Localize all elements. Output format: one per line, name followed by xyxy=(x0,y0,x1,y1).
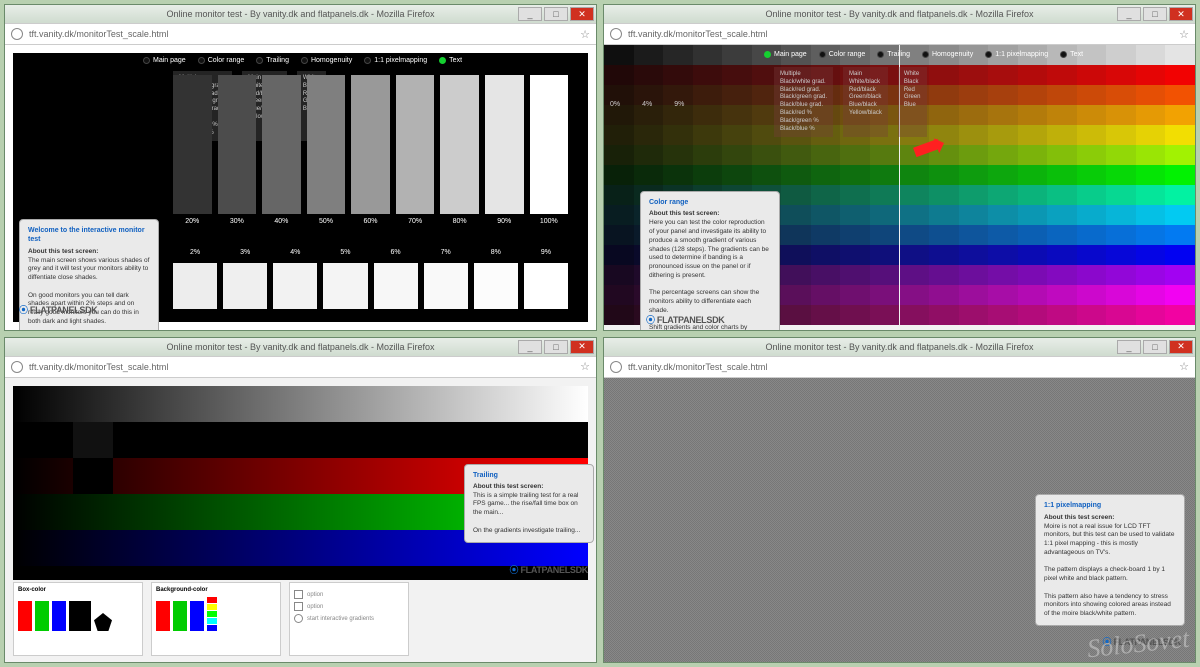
grey-bar-light: 97% xyxy=(374,263,418,319)
menu-homogenuity[interactable]: Homogenuity xyxy=(301,57,352,64)
menu-main[interactable]: Main page xyxy=(143,57,186,64)
menu-color-range[interactable]: Color range xyxy=(819,51,866,58)
minimize-button[interactable]: _ xyxy=(518,340,542,354)
maximize-button[interactable]: □ xyxy=(544,340,568,354)
globe-icon xyxy=(11,28,23,40)
menu-text[interactable]: Text xyxy=(1060,51,1083,58)
menu-text[interactable]: Text xyxy=(439,57,462,64)
grey-bar: 80% xyxy=(440,75,479,225)
grey-bar: 50% xyxy=(307,75,346,225)
titlebar: Online monitor test - By vanity.dk and f… xyxy=(5,5,596,23)
grey-bar: 70% xyxy=(396,75,435,225)
globe-icon xyxy=(610,361,622,373)
grey-bar-light: 95% xyxy=(273,263,317,319)
grey-bar-light: 98% xyxy=(424,263,468,319)
submenu[interactable]: MultipleBlack/white grad.Black/red grad.… xyxy=(774,67,927,137)
bookmark-icon[interactable]: ☆ xyxy=(1179,28,1189,41)
menu-homogenuity[interactable]: Homogenuity xyxy=(922,51,973,58)
url-text[interactable]: tft.vanity.dk/monitorTest_scale.html xyxy=(29,362,574,372)
bookmark-icon[interactable]: ☆ xyxy=(1179,360,1189,373)
greyscale-mid-labels: 2%3%4%5%6%7%8%9% xyxy=(173,249,568,261)
grey-bar: 30% xyxy=(218,75,257,225)
window-title: Online monitor test - By vanity.dk and f… xyxy=(167,9,435,19)
window-trailing: Online monitor test - By vanity.dk and f… xyxy=(4,337,597,664)
bg-color-panel[interactable]: Background-color xyxy=(151,582,281,656)
grey-bar-light: 94% xyxy=(223,263,267,319)
titlebar: Online monitor test - By vanity.dk and f… xyxy=(604,5,1195,23)
test-canvas-greyscale: Main page Color range Trailing Homogenui… xyxy=(13,53,588,322)
pct-labels-left: 0%4%9% xyxy=(610,101,684,108)
window-color-range: Online monitor test - By vanity.dk and f… xyxy=(603,4,1196,331)
grey-bar-light: 100% xyxy=(524,263,568,319)
grey-bar: 60% xyxy=(351,75,390,225)
flatpanels-logo: ⦿ FLATPANELSDK xyxy=(646,313,724,326)
maximize-button[interactable]: □ xyxy=(1143,340,1167,354)
window-title: Online monitor test - By vanity.dk and f… xyxy=(766,342,1034,352)
menu-trailing[interactable]: Trailing xyxy=(256,57,289,64)
top-menu: Main page Color range Trailing Homogenui… xyxy=(764,51,1185,58)
info-box-trailing: Trailing About this test screen: This is… xyxy=(464,464,594,543)
window-pixelmapping: Online monitor test - By vanity.dk and f… xyxy=(603,337,1196,664)
flatpanels-logo: ⦿ FLATPANELSDK xyxy=(510,563,588,576)
maximize-button[interactable]: □ xyxy=(544,7,568,21)
grey-bar: 40% xyxy=(262,75,301,225)
flatpanels-logo: ⦿ FLATPANELSDK xyxy=(19,303,97,316)
titlebar: Online monitor test - By vanity.dk and f… xyxy=(604,338,1195,356)
greyscale-bars-top: 20%30%40%50%60%70%80%90%100% xyxy=(173,75,568,225)
grey-bar: 20% xyxy=(173,75,212,225)
grey-bar: 90% xyxy=(485,75,524,225)
bookmark-icon[interactable]: ☆ xyxy=(580,28,590,41)
window-title: Online monitor test - By vanity.dk and f… xyxy=(766,9,1034,19)
titlebar: Online monitor test - By vanity.dk and f… xyxy=(5,338,596,356)
address-bar: tft.vanity.dk/monitorTest_scale.html ☆ xyxy=(5,23,596,45)
address-bar: tft.vanity.dk/monitorTest_scale.html ☆ xyxy=(5,356,596,378)
close-button[interactable]: ✕ xyxy=(1169,340,1193,354)
info-box-pixelmap: 1:1 pixelmapping About this test screen:… xyxy=(1035,494,1185,626)
grey-bar: 100% xyxy=(530,75,569,225)
close-button[interactable]: ✕ xyxy=(570,340,594,354)
url-text[interactable]: tft.vanity.dk/monitorTest_scale.html xyxy=(29,29,574,39)
bookmark-icon[interactable]: ☆ xyxy=(580,360,590,373)
trailing-controls: Box-color Background-color option option… xyxy=(13,582,588,656)
test-canvas-color: Main page Color range Trailing Homogenui… xyxy=(604,45,1195,330)
options-panel[interactable]: option option start interactive gradient… xyxy=(289,582,409,656)
url-text[interactable]: tft.vanity.dk/monitorTest_scale.html xyxy=(628,29,1173,39)
flatpanels-logo: ⦿ FLATPANELSDK xyxy=(1103,635,1181,648)
minimize-button[interactable]: _ xyxy=(1117,340,1141,354)
top-menu: Main page Color range Trailing Homogenui… xyxy=(143,57,578,64)
address-bar: tft.vanity.dk/monitorTest_scale.html ☆ xyxy=(604,23,1195,45)
box-color-panel[interactable]: Box-color xyxy=(13,582,143,656)
grey-bar-light: 99% xyxy=(474,263,518,319)
menu-pixelmapping[interactable]: 1:1 pixelmapping xyxy=(985,51,1048,58)
grey-bar-light: 96% xyxy=(323,263,367,319)
minimize-button[interactable]: _ xyxy=(518,7,542,21)
url-text[interactable]: tft.vanity.dk/monitorTest_scale.html xyxy=(628,362,1173,372)
menu-color-range[interactable]: Color range xyxy=(198,57,245,64)
close-button[interactable]: ✕ xyxy=(1169,7,1193,21)
menu-main[interactable]: Main page xyxy=(764,51,807,58)
minimize-button[interactable]: _ xyxy=(1117,7,1141,21)
menu-trailing[interactable]: Trailing xyxy=(877,51,910,58)
info-box-color: Color range About this test screen: Here… xyxy=(640,191,780,330)
close-button[interactable]: ✕ xyxy=(570,7,594,21)
grey-bar-light: 93% xyxy=(173,263,217,319)
menu-pixelmapping[interactable]: 1:1 pixelmapping xyxy=(364,57,427,64)
globe-icon xyxy=(11,361,23,373)
address-bar: tft.vanity.dk/monitorTest_scale.html ☆ xyxy=(604,356,1195,378)
greyscale-bars-bottom: 93%94%95%96%97%98%99%100% xyxy=(173,263,568,319)
window-greyscale: Online monitor test - By vanity.dk and f… xyxy=(4,4,597,331)
window-title: Online monitor test - By vanity.dk and f… xyxy=(167,342,435,352)
globe-icon xyxy=(610,28,622,40)
maximize-button[interactable]: □ xyxy=(1143,7,1167,21)
